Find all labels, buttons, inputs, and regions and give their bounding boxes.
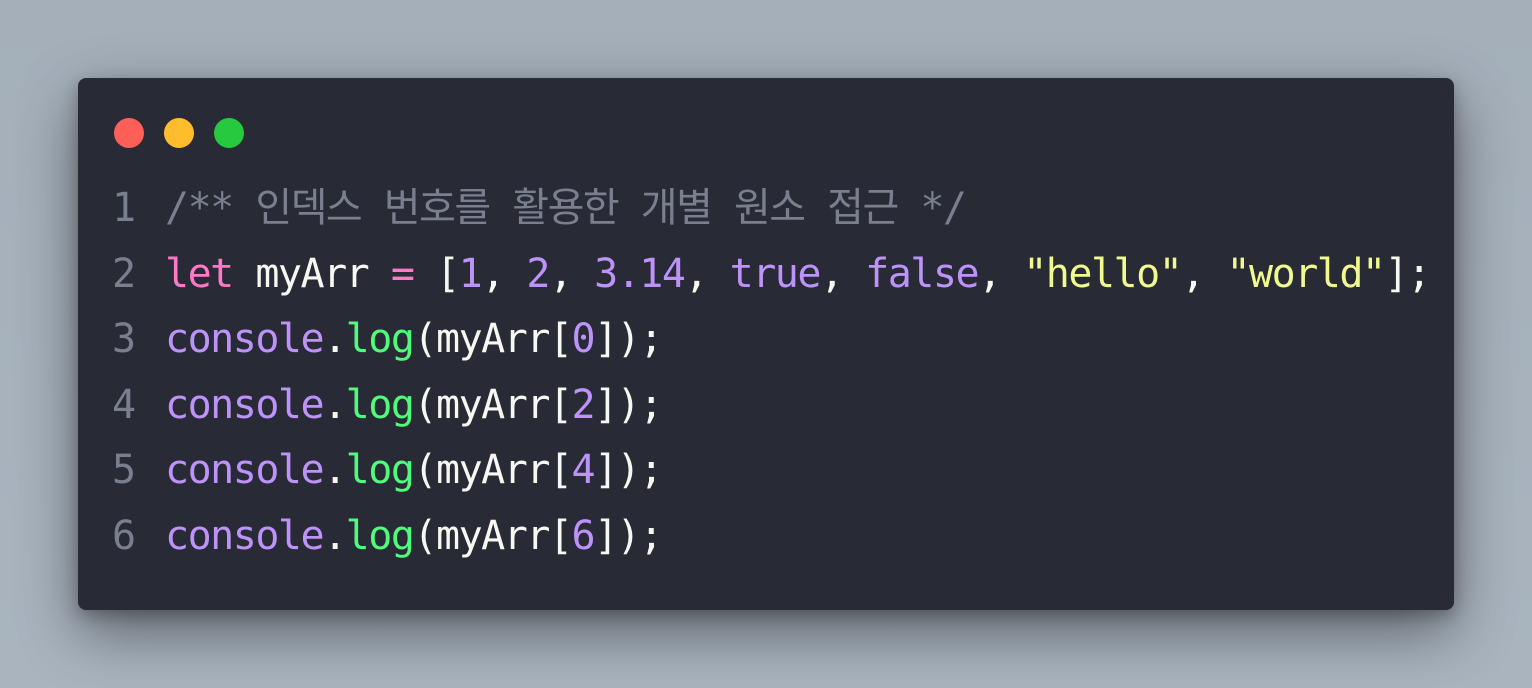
code-token-method: log	[345, 447, 415, 494]
minimize-dot-icon[interactable]	[164, 118, 194, 148]
code-token-punc: .	[323, 381, 347, 428]
code-token-punc: ]);	[594, 512, 663, 559]
code-line: 4 console.log(myArr[2]);	[112, 373, 1434, 439]
line-number: 1	[112, 185, 136, 231]
line-number: 6	[112, 512, 136, 559]
code-line: 6 console.log(myArr[6]);	[112, 504, 1434, 570]
code-token-number: 3.14	[594, 250, 686, 297]
code-token-number: 2	[571, 381, 596, 428]
code-token-punc: [	[413, 250, 460, 297]
code-token-punc: (myArr[	[413, 512, 573, 559]
code-token-bool: true	[729, 250, 822, 297]
close-dot-icon[interactable]	[114, 118, 144, 148]
code-token-punc: .	[323, 316, 347, 363]
line-number: 5	[112, 447, 136, 494]
code-token-punc: .	[323, 512, 347, 559]
code-token-object: console	[165, 381, 325, 428]
code-token-string: "hello"	[1023, 250, 1183, 297]
code-token-method: log	[345, 512, 415, 559]
code-token-string: "world"	[1226, 250, 1386, 297]
code-token-number: 0	[571, 316, 596, 363]
code-token-object: console	[165, 447, 325, 494]
code-token-punc: ]);	[594, 316, 663, 363]
line-number: 4	[112, 381, 136, 428]
line-number: 3	[112, 316, 136, 363]
code-window: 1 /** 인덱스 번호를 활용한 개별 원소 접근 */ 2 let myArr =…	[78, 78, 1454, 610]
code-token-punc: ,	[481, 250, 527, 297]
code-token-punc: ]);	[594, 381, 663, 428]
code-token-punc: (myArr[	[413, 381, 573, 428]
code-token-bool: false	[865, 250, 979, 297]
code-token-punc: ,	[684, 250, 730, 297]
code-token-punc: ]);	[594, 447, 663, 494]
code-line: 5 console.log(myArr[4]);	[112, 438, 1434, 504]
code-token-comment: /** 인덱스 번호를 활용한 개별 원소 접근 */	[165, 185, 967, 231]
code-token-number: 6	[571, 512, 596, 559]
code-line: 2 let myArr = [1, 2, 3.14, true, false, "…	[112, 242, 1434, 308]
code-token-punc: ,	[978, 250, 1024, 297]
code-token-punc: ,	[548, 250, 595, 297]
code-token-number: 1	[458, 250, 483, 297]
code-token-object: console	[165, 316, 325, 363]
code-token-punc: ,	[1181, 250, 1227, 297]
code-token-keyword: let	[165, 250, 234, 297]
code-block[interactable]: 1 /** 인덱스 번호를 활용한 개별 원소 접근 */ 2 let myArr =…	[112, 176, 1434, 570]
code-token-method: log	[345, 316, 415, 363]
code-line: 3 console.log(myArr[0]);	[112, 307, 1434, 373]
code-token-punc: (myArr[	[413, 316, 573, 363]
code-token-punc: (myArr[	[413, 447, 573, 494]
code-token-punc: ];	[1384, 250, 1432, 297]
line-number: 2	[112, 250, 136, 297]
code-line: 1 /** 인덱스 번호를 활용한 개별 원소 접근 */	[112, 176, 1434, 242]
maximize-dot-icon[interactable]	[214, 118, 244, 148]
code-token-method: log	[345, 381, 415, 428]
code-token-punc: ,	[819, 250, 866, 297]
code-token-punc: .	[323, 447, 347, 494]
code-token-number: 2	[526, 250, 550, 297]
code-token-op: =	[390, 250, 415, 297]
code-token-object: console	[165, 512, 325, 559]
window-controls	[114, 118, 244, 148]
code-token-number: 4	[571, 447, 596, 494]
code-token-ident: myArr	[232, 250, 391, 297]
